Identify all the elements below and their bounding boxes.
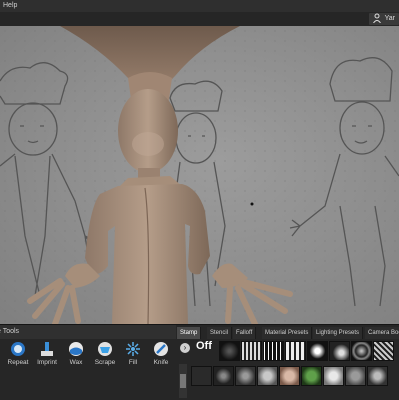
tab-falloff[interactable]: Falloff bbox=[233, 327, 257, 339]
tool-repeat[interactable]: Repeat bbox=[4, 341, 32, 366]
knife-icon bbox=[154, 342, 168, 356]
cursor-marker bbox=[250, 202, 254, 206]
library-tabs: Stamp Stencil Falloff Material Presets L… bbox=[177, 327, 399, 339]
tab-stencil[interactable]: Stencil bbox=[207, 327, 233, 339]
stamp-thumbnail[interactable] bbox=[241, 341, 262, 361]
user-icon bbox=[372, 13, 381, 24]
tab-stamp[interactable]: Stamp bbox=[177, 327, 202, 339]
stamp-thumbnail[interactable] bbox=[307, 341, 328, 361]
tab-lighting-presets[interactable]: Lighting Presets bbox=[313, 327, 364, 339]
stamp-thumbnail[interactable] bbox=[279, 366, 300, 386]
stamp-thumbnail[interactable] bbox=[263, 341, 284, 361]
tool-label: Fill bbox=[128, 359, 138, 366]
tool-label: Repeat bbox=[7, 359, 29, 366]
stamp-thumbnail[interactable] bbox=[219, 341, 240, 361]
stamp-thumbnail[interactable] bbox=[329, 341, 350, 361]
tool-knife[interactable]: Knife bbox=[147, 341, 175, 366]
scrape-icon bbox=[98, 342, 112, 356]
user-account-button[interactable]: Yar bbox=[368, 13, 399, 25]
menu-help[interactable]: Help bbox=[3, 0, 17, 12]
stamp-thumbnail[interactable] bbox=[367, 366, 388, 386]
tools-panel-header: e Tools bbox=[0, 325, 176, 339]
stamp-thumbnail[interactable] bbox=[373, 341, 394, 361]
tool-label: Knife bbox=[153, 359, 169, 366]
tab-material-presets[interactable]: Material Presets bbox=[262, 327, 313, 339]
top-toolbar: Yar bbox=[0, 12, 399, 27]
tool-label: Wax bbox=[69, 359, 83, 366]
chevron-right-icon[interactable]: › bbox=[180, 343, 190, 353]
stamp-off-option[interactable]: Off bbox=[196, 340, 212, 352]
wax-icon bbox=[69, 342, 83, 356]
stamp-thumbnail[interactable] bbox=[301, 366, 322, 386]
tool-imprint[interactable]: Imprint bbox=[33, 341, 61, 366]
tool-fill[interactable]: Fill bbox=[119, 341, 147, 366]
tool-wax[interactable]: Wax bbox=[62, 341, 90, 366]
stamp-thumbnail[interactable] bbox=[257, 366, 278, 386]
stamp-thumbnail[interactable] bbox=[323, 366, 344, 386]
tab-camera-bookmarks[interactable]: Camera Boo bbox=[365, 327, 399, 339]
stamp-thumbnail[interactable] bbox=[235, 366, 256, 386]
stamp-thumbnail[interactable] bbox=[351, 341, 372, 361]
bottom-shelf: e Tools Repeat Imprint Wax Scrape Fill bbox=[0, 324, 399, 400]
fill-icon bbox=[126, 342, 140, 356]
stamp-thumbnail[interactable] bbox=[285, 341, 306, 361]
tool-label: Scrape bbox=[94, 359, 116, 366]
stamp-scrollbar[interactable] bbox=[179, 364, 187, 398]
stamp-thumbnail[interactable] bbox=[191, 366, 212, 386]
stamp-library: › Off bbox=[177, 340, 399, 400]
stamp-thumbnail[interactable] bbox=[345, 366, 366, 386]
tools-header-label: e Tools bbox=[0, 328, 20, 335]
repeat-icon bbox=[11, 342, 25, 356]
tool-label: Imprint bbox=[37, 359, 57, 366]
tool-scrape[interactable]: Scrape bbox=[91, 341, 119, 366]
menu-bar: Help bbox=[0, 0, 399, 12]
user-name: Yar bbox=[384, 15, 395, 22]
sculpt-viewport[interactable] bbox=[0, 26, 399, 324]
imprint-icon bbox=[41, 342, 53, 356]
viewport-scene bbox=[0, 26, 399, 324]
stamp-thumbnail[interactable] bbox=[213, 366, 234, 386]
